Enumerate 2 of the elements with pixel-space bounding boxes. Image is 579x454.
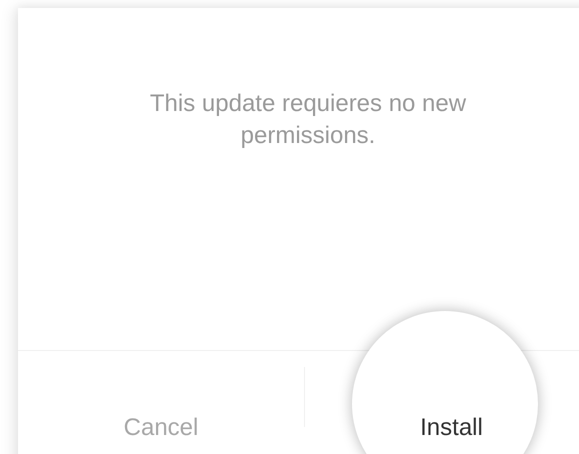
install-button[interactable]: Install (410, 378, 493, 454)
dialog-message: This update requieres no new permissions. (148, 89, 468, 151)
